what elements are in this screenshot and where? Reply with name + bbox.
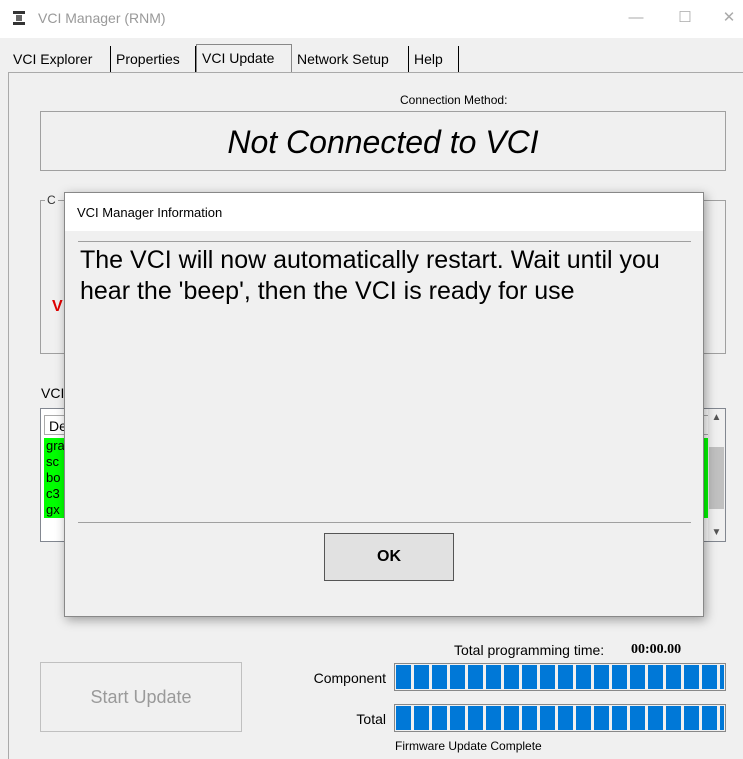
information-dialog: VCI Manager Information The VCI will now… xyxy=(64,192,704,617)
software-group-caption: C xyxy=(45,193,58,207)
total-progress-fill xyxy=(396,706,724,730)
list-scrollbar[interactable]: ▲ ▼ xyxy=(708,409,725,541)
scroll-thumb[interactable] xyxy=(709,447,724,509)
tab-properties[interactable]: Properties xyxy=(111,46,196,72)
connection-status: Not Connected to VCI xyxy=(227,124,539,160)
scroll-down-icon[interactable]: ▼ xyxy=(708,524,725,541)
component-progress-label: Component xyxy=(313,670,386,686)
component-progress-bar xyxy=(394,663,726,691)
maximize-button[interactable]: ☐ xyxy=(673,6,697,30)
connection-status-box: Not Connected to VCI xyxy=(40,111,726,171)
firmware-status: Firmware Update Complete xyxy=(395,739,542,753)
dialog-message: The VCI will now automatically restart. … xyxy=(80,246,660,305)
window-title: VCI Manager (RNM) xyxy=(38,10,166,26)
tab-help[interactable]: Help xyxy=(409,46,459,72)
scroll-up-icon[interactable]: ▲ xyxy=(708,409,725,426)
total-progress-bar xyxy=(394,704,726,732)
minimize-button[interactable]: — xyxy=(624,6,648,30)
connection-method-label: Connection Method: xyxy=(400,93,508,107)
dialog-title-bar: VCI Manager Information xyxy=(65,193,703,231)
vci-list-label: VCI xyxy=(41,385,65,401)
programming-time-label: Total programming time: xyxy=(454,642,605,658)
tab-network-setup[interactable]: Network Setup xyxy=(292,46,409,72)
total-progress-label: Total xyxy=(356,711,386,727)
close-button[interactable]: ✕ xyxy=(717,6,741,30)
dialog-message-box: The VCI will now automatically restart. … xyxy=(78,241,691,523)
dialog-title: VCI Manager Information xyxy=(77,205,223,220)
start-update-button[interactable]: Start Update xyxy=(40,662,242,732)
programming-time-value: 00:00.00 xyxy=(631,642,682,657)
tab-vci-explorer[interactable]: VCI Explorer xyxy=(8,46,111,72)
app-icon xyxy=(13,11,25,25)
warning-text: V xyxy=(52,298,63,315)
title-bar: VCI Manager (RNM) — ☐ ✕ xyxy=(0,0,743,38)
ok-button[interactable]: OK xyxy=(324,533,454,581)
tab-vci-update[interactable]: VCI Update xyxy=(196,44,292,72)
component-progress-fill xyxy=(396,665,724,689)
